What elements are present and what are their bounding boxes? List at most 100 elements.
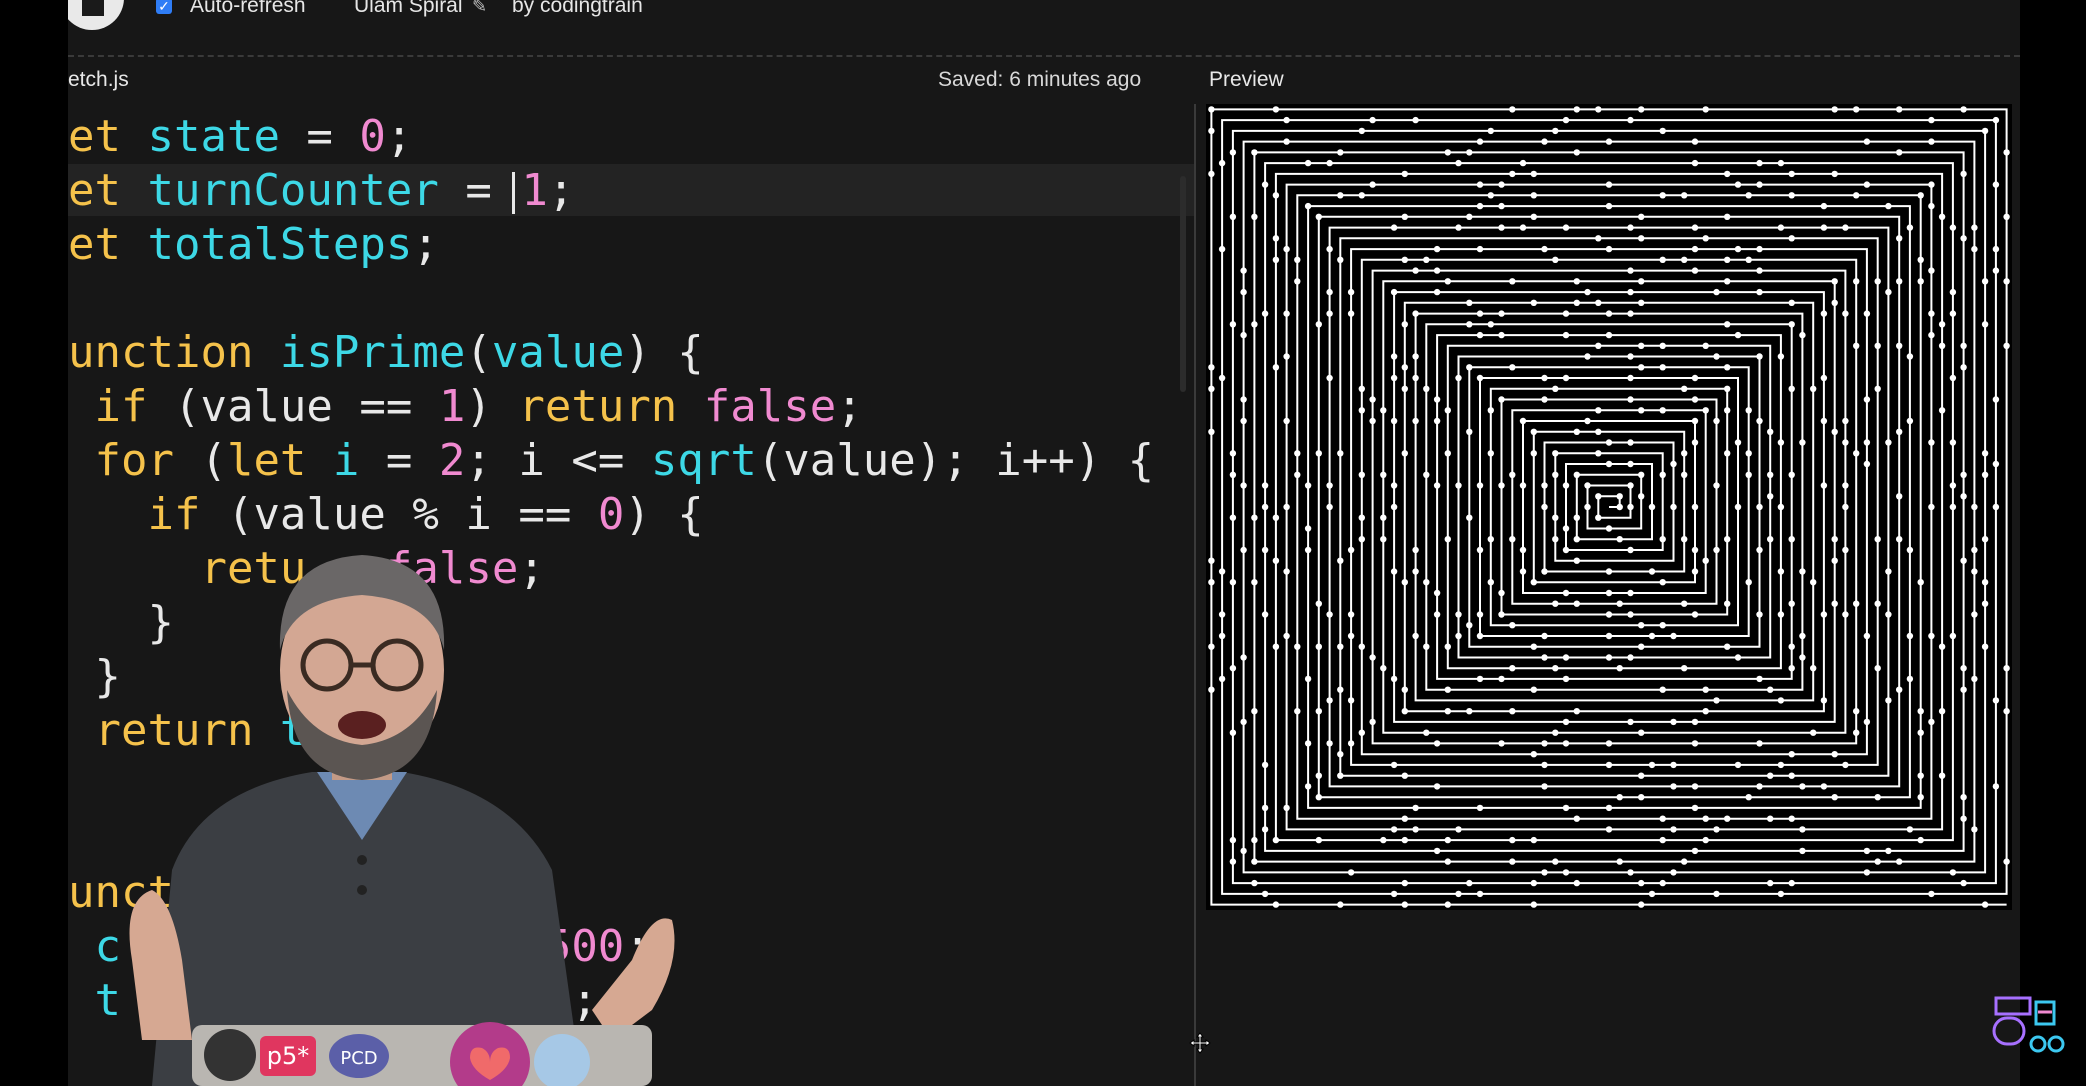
prime-dot bbox=[1896, 278, 1903, 285]
code-line[interactable]: unction isPrime(value) { bbox=[68, 326, 704, 380]
prime-dot bbox=[1455, 159, 1462, 167]
prime-dot bbox=[1853, 192, 1860, 199]
prime-dot bbox=[1734, 503, 1742, 511]
prime-dot bbox=[1466, 514, 1473, 521]
prime-dot bbox=[1831, 600, 1838, 607]
prime-dot bbox=[1627, 116, 1634, 124]
prime-dot bbox=[1971, 611, 1978, 618]
prime-dot bbox=[1788, 235, 1795, 242]
prime-dot bbox=[1487, 192, 1494, 199]
prime-dot bbox=[1820, 310, 1828, 317]
prime-dot bbox=[1605, 181, 1613, 188]
code-token: = bbox=[279, 111, 360, 162]
prime-dot bbox=[1487, 579, 1494, 586]
prime-dot bbox=[1337, 643, 1344, 650]
code-line[interactable]: et totalSteps; bbox=[68, 218, 439, 272]
prime-dot bbox=[1208, 106, 1215, 113]
prime-dot bbox=[1713, 826, 1720, 833]
code-token: 1 bbox=[438, 381, 466, 432]
prime-dot bbox=[1638, 278, 1645, 285]
code-token: state bbox=[147, 111, 280, 162]
code-token: (value == bbox=[173, 381, 439, 432]
code-token: = bbox=[359, 435, 439, 486]
prime-dot bbox=[1390, 224, 1398, 231]
prime-dot bbox=[1992, 503, 2000, 511]
author-link[interactable]: by codingtrain bbox=[512, 0, 643, 18]
prime-dot bbox=[1444, 450, 1451, 457]
prime-dot bbox=[1627, 460, 1634, 468]
prime-dot bbox=[1218, 159, 1226, 167]
prime-dot bbox=[1896, 858, 1903, 865]
stop-button[interactable] bbox=[68, 0, 124, 30]
prime-dot bbox=[1476, 675, 1484, 683]
move-icon[interactable] bbox=[1189, 1032, 1211, 1054]
preview-canvas[interactable] bbox=[1206, 104, 2012, 910]
prime-dot bbox=[1896, 493, 1903, 500]
code-line[interactable]: for (let i = 2; i <= sqrt(value); i++) { bbox=[68, 434, 1154, 488]
prime-dot bbox=[1971, 503, 1978, 511]
preview-label: Preview bbox=[1209, 68, 1284, 91]
pane-divider[interactable] bbox=[1194, 104, 1196, 1086]
prime-dot bbox=[1820, 783, 1828, 790]
prime-dot bbox=[1788, 299, 1795, 306]
prime-dot bbox=[1981, 901, 1989, 908]
prime-dot bbox=[2003, 213, 2010, 220]
prime-dot bbox=[1691, 224, 1699, 231]
code-token: 1 bbox=[521, 165, 548, 216]
prime-dot bbox=[1831, 794, 1838, 801]
prime-dot bbox=[1756, 353, 1763, 360]
prime-dot bbox=[1724, 385, 1731, 392]
prime-dot bbox=[1530, 643, 1537, 650]
prime-dot bbox=[1681, 256, 1688, 263]
prime-dot bbox=[1272, 901, 1280, 908]
prime-dot bbox=[1251, 708, 1258, 715]
prime-dot bbox=[1444, 858, 1451, 865]
prime-dot bbox=[1756, 159, 1763, 167]
prime-dot bbox=[1358, 385, 1365, 392]
code-line[interactable]: if (value == 1) return false; bbox=[68, 380, 862, 434]
checkbox-icon[interactable]: ✓ bbox=[156, 0, 172, 14]
prime-dot bbox=[1670, 460, 1677, 468]
prime-dot bbox=[1874, 342, 1881, 349]
prime-dot bbox=[1681, 450, 1688, 457]
prime-dot bbox=[1981, 579, 1989, 586]
prime-dot bbox=[1928, 310, 1935, 317]
prime-dot bbox=[1509, 836, 1516, 844]
code-token: ) bbox=[465, 381, 519, 432]
prime-dot bbox=[1928, 267, 1935, 274]
prime-dot bbox=[1401, 256, 1408, 263]
prime-dot bbox=[1605, 331, 1613, 339]
autorefresh-toggle[interactable]: ✓ Auto-refresh bbox=[156, 0, 306, 18]
prime-dot bbox=[1605, 138, 1613, 145]
prime-dot bbox=[1863, 138, 1871, 145]
prime-dot bbox=[1702, 235, 1709, 242]
code-line[interactable]: if (value % i == 0) { bbox=[68, 488, 703, 542]
prime-dot bbox=[1390, 503, 1398, 511]
code-line[interactable]: et state = 0; bbox=[68, 110, 412, 164]
prime-dot bbox=[1831, 106, 1838, 113]
prime-dot bbox=[1638, 729, 1645, 736]
prime-dot bbox=[1724, 364, 1731, 371]
prime-dot bbox=[1681, 665, 1688, 672]
prime-dot bbox=[1713, 288, 1720, 296]
prime-dot bbox=[1541, 654, 1548, 661]
prime-dot bbox=[1272, 836, 1280, 844]
prime-dot bbox=[1702, 836, 1709, 844]
prime-dot bbox=[1670, 503, 1677, 511]
prime-dot bbox=[1767, 772, 1774, 779]
prime-dot bbox=[1208, 557, 1215, 564]
prime-dot bbox=[1358, 536, 1365, 543]
prime-dot bbox=[1949, 288, 1957, 296]
prime-dot bbox=[1659, 192, 1666, 199]
train-logo-icon bbox=[1992, 996, 2065, 1053]
prime-dot bbox=[1562, 675, 1570, 683]
prime-dot bbox=[1681, 471, 1688, 478]
prime-dot bbox=[1702, 407, 1709, 414]
prime-dot bbox=[1853, 106, 1860, 113]
saved-status: Saved: 6 minutes ago bbox=[938, 68, 1142, 91]
code-line[interactable]: et turnCounter = 1; bbox=[68, 164, 574, 218]
pencil-icon[interactable]: ✎ bbox=[472, 0, 487, 17]
file-tab[interactable]: etch.js bbox=[68, 68, 129, 92]
editor-scrollbar[interactable] bbox=[1180, 176, 1186, 392]
sketch-title[interactable]: Ulam Spiral bbox=[354, 0, 463, 18]
